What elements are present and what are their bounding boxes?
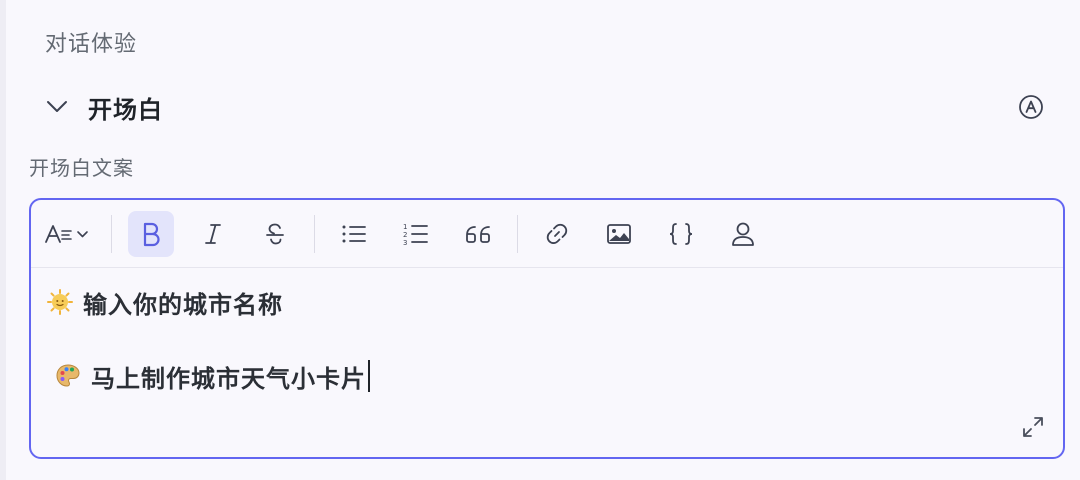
image-icon[interactable] <box>596 211 642 257</box>
bullet-list-icon[interactable] <box>331 211 377 257</box>
opening-line: 马上制作城市天气小卡片 <box>47 360 1047 393</box>
toolbar-separator <box>314 214 315 253</box>
chevron-down-icon[interactable] <box>44 94 70 120</box>
opening-text-label: 开场白文案 <box>29 156 134 180</box>
left-divider <box>0 0 6 480</box>
svg-text:3: 3 <box>403 239 407 247</box>
bold-icon[interactable] <box>128 210 174 257</box>
opening-line-text: 输入你的城市名称 <box>83 290 283 319</box>
opening-collapse-header[interactable]: 开场白 <box>44 86 1044 128</box>
editor-toolbar: 123 <box>31 200 1063 268</box>
opening-line-text: 马上制作城市天气小卡片 <box>91 364 366 393</box>
link-icon[interactable] <box>534 211 580 257</box>
svg-text:2: 2 <box>403 231 407 239</box>
user-icon[interactable] <box>720 211 766 257</box>
svg-text:1: 1 <box>403 223 407 231</box>
opening-text-editor[interactable]: 123 输入你的城市名称 马上制作城市天气小卡片 <box>29 198 1065 459</box>
variable-braces-icon[interactable] <box>658 211 704 257</box>
opening-line: 输入你的城市名称 <box>47 286 1047 319</box>
toolbar-separator <box>517 214 518 253</box>
italic-icon[interactable] <box>190 211 236 257</box>
opening-title: 开场白 <box>88 95 163 124</box>
artist-palette-icon <box>55 363 81 389</box>
editor-content[interactable]: 输入你的城市名称 马上制作城市天气小卡片 <box>31 268 1063 393</box>
strikethrough-icon[interactable] <box>252 211 298 257</box>
numbered-list-icon[interactable]: 123 <box>393 211 439 257</box>
text-caret <box>368 360 370 392</box>
expand-editor-icon[interactable] <box>1021 415 1045 439</box>
toolbar-separator <box>111 214 112 253</box>
section-title: 对话体验 <box>45 32 138 57</box>
quote-icon[interactable] <box>455 211 501 257</box>
auto-mode-icon[interactable] <box>1018 94 1044 120</box>
font-size-icon[interactable] <box>41 211 97 257</box>
sun-face-icon <box>47 289 73 315</box>
